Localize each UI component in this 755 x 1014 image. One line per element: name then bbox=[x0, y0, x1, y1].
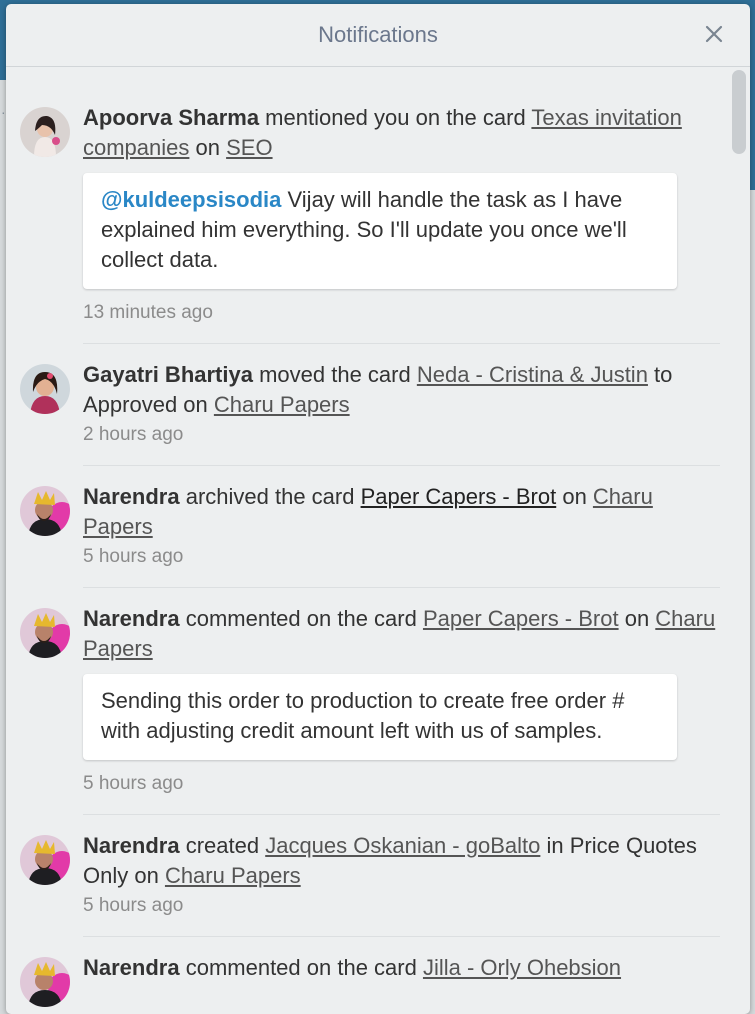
notification-action: archived the card bbox=[179, 484, 361, 509]
notification-text: Narendra created Jacques Oskanian - goBa… bbox=[83, 831, 728, 891]
notification-list: Apoorva Sharma mentioned you on the card… bbox=[6, 67, 728, 1007]
card-link[interactable]: Jacques Oskanian - goBalto bbox=[265, 833, 540, 858]
board-link[interactable]: SEO bbox=[226, 135, 272, 160]
avatar[interactable] bbox=[20, 608, 70, 658]
notification-action: mentioned you on the card bbox=[259, 105, 532, 130]
notification-action: created bbox=[179, 833, 266, 858]
actor-name[interactable]: Apoorva Sharma bbox=[83, 105, 259, 130]
notification-item: Narendra commented on the card Paper Cap… bbox=[6, 588, 728, 815]
comment-box: Sending this order to production to crea… bbox=[83, 674, 677, 760]
actor-name[interactable]: Gayatri Bhartiya bbox=[83, 362, 253, 387]
avatar[interactable] bbox=[20, 364, 70, 414]
notification-text: Narendra archived the card Paper Capers … bbox=[83, 482, 728, 542]
timestamp: 13 minutes ago bbox=[83, 302, 213, 323]
avatar[interactable] bbox=[20, 957, 70, 1007]
board-link[interactable]: Charu Papers bbox=[214, 392, 350, 417]
notification-action: commented on the card bbox=[179, 606, 423, 631]
close-icon[interactable] bbox=[702, 22, 726, 46]
comment-box: @kuldeepsisodia Vijay will handle the ta… bbox=[83, 173, 677, 289]
popover-header: Notifications bbox=[6, 4, 750, 67]
scrollbar-thumb[interactable] bbox=[732, 70, 746, 154]
actor-name[interactable]: Narendra bbox=[83, 606, 180, 631]
card-link[interactable]: Jilla - Orly Ohebsion bbox=[423, 955, 621, 980]
board-link[interactable]: Charu Papers bbox=[165, 863, 301, 888]
notification-text: Apoorva Sharma mentioned you on the card… bbox=[83, 103, 728, 163]
card-link[interactable]: Paper Capers - Brot bbox=[423, 606, 619, 631]
avatar[interactable] bbox=[20, 486, 70, 536]
notification-item: Gayatri Bhartiya moved the card Neda - C… bbox=[6, 344, 728, 466]
actor-name[interactable]: Narendra bbox=[83, 955, 180, 980]
notification-text: Narendra commented on the card Jilla - O… bbox=[83, 953, 728, 983]
card-link[interactable]: Paper Capers - Brot bbox=[361, 484, 557, 509]
notification-item: Apoorva Sharma mentioned you on the card… bbox=[6, 67, 728, 344]
notification-text: Gayatri Bhartiya moved the card Neda - C… bbox=[83, 360, 728, 420]
notification-action: on bbox=[189, 135, 227, 160]
notification-action: on bbox=[618, 606, 656, 631]
notifications-popover: Notifications Apoorva Sharma mentioned y… bbox=[6, 4, 750, 1014]
timestamp: 5 hours ago bbox=[83, 773, 184, 794]
comment-text: Sending this order to production to crea… bbox=[101, 688, 625, 743]
notification-action: commented on the card bbox=[179, 955, 423, 980]
notification-action: on bbox=[556, 484, 593, 509]
timestamp: 5 hours ago bbox=[83, 546, 184, 567]
notification-item: Narendra commented on the card Jilla - O… bbox=[6, 937, 728, 1007]
notification-item: Narendra archived the card Paper Capers … bbox=[6, 466, 728, 588]
scrollbar[interactable] bbox=[732, 70, 748, 1014]
actor-name[interactable]: Narendra bbox=[83, 484, 180, 509]
mention-link[interactable]: @kuldeepsisodia bbox=[101, 187, 281, 212]
notification-item: Narendra created Jacques Oskanian - goBa… bbox=[6, 815, 728, 937]
avatar[interactable] bbox=[20, 835, 70, 885]
notification-action: moved the card bbox=[252, 362, 417, 387]
notification-text: Narendra commented on the card Paper Cap… bbox=[83, 604, 728, 664]
actor-name[interactable]: Narendra bbox=[83, 833, 180, 858]
timestamp: 5 hours ago bbox=[83, 895, 184, 916]
popover-title: Notifications bbox=[318, 22, 438, 47]
avatar[interactable] bbox=[20, 107, 70, 157]
timestamp: 2 hours ago bbox=[83, 424, 184, 445]
card-link[interactable]: Neda - Cristina & Justin bbox=[417, 362, 648, 387]
